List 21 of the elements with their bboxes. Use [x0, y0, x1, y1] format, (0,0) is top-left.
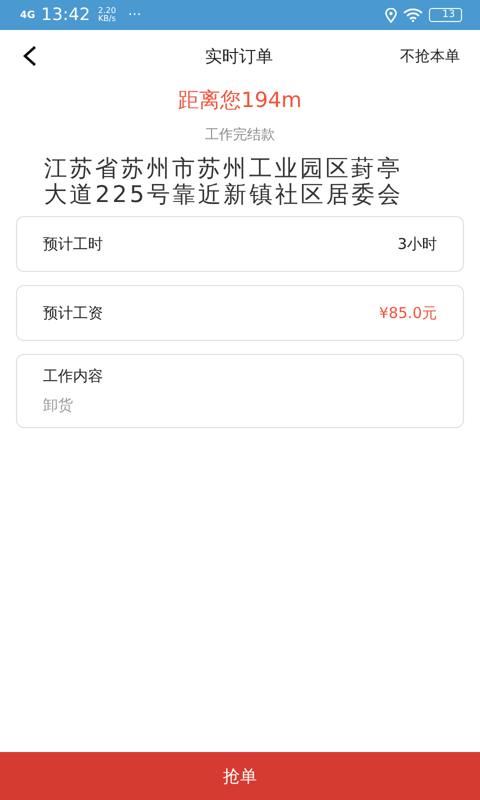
distance-text: 距离您194m	[177, 87, 303, 114]
network-indicator: 4G	[20, 10, 36, 20]
address-text: 江苏省苏州市苏州工业园区葑亭大道225号靠近新镇社区居委会	[44, 156, 404, 208]
card-value: 3小时	[397, 234, 437, 254]
clock: 13:42	[41, 5, 90, 25]
location-icon	[385, 8, 398, 22]
card-value: 卸货	[43, 396, 73, 415]
more-indicator: ···	[128, 7, 142, 23]
back-icon[interactable]	[22, 45, 38, 67]
page-title: 实时订单	[204, 46, 274, 68]
payment-type: 工作完结款	[204, 126, 276, 144]
battery-indicator: 13	[429, 8, 462, 22]
grab-order-button[interactable]: 抢单	[0, 752, 480, 800]
card-label: 工作内容	[43, 367, 103, 386]
speed-value: 2.20	[98, 7, 116, 15]
card-label: 预计工时	[43, 234, 103, 254]
wifi-icon	[403, 8, 424, 22]
card-value: ¥85.0元	[379, 304, 437, 322]
speed-unit: KB/s	[98, 15, 116, 23]
skip-order-button[interactable]: 不抢本单	[400, 46, 460, 66]
card-label: 预计工资	[43, 304, 103, 322]
